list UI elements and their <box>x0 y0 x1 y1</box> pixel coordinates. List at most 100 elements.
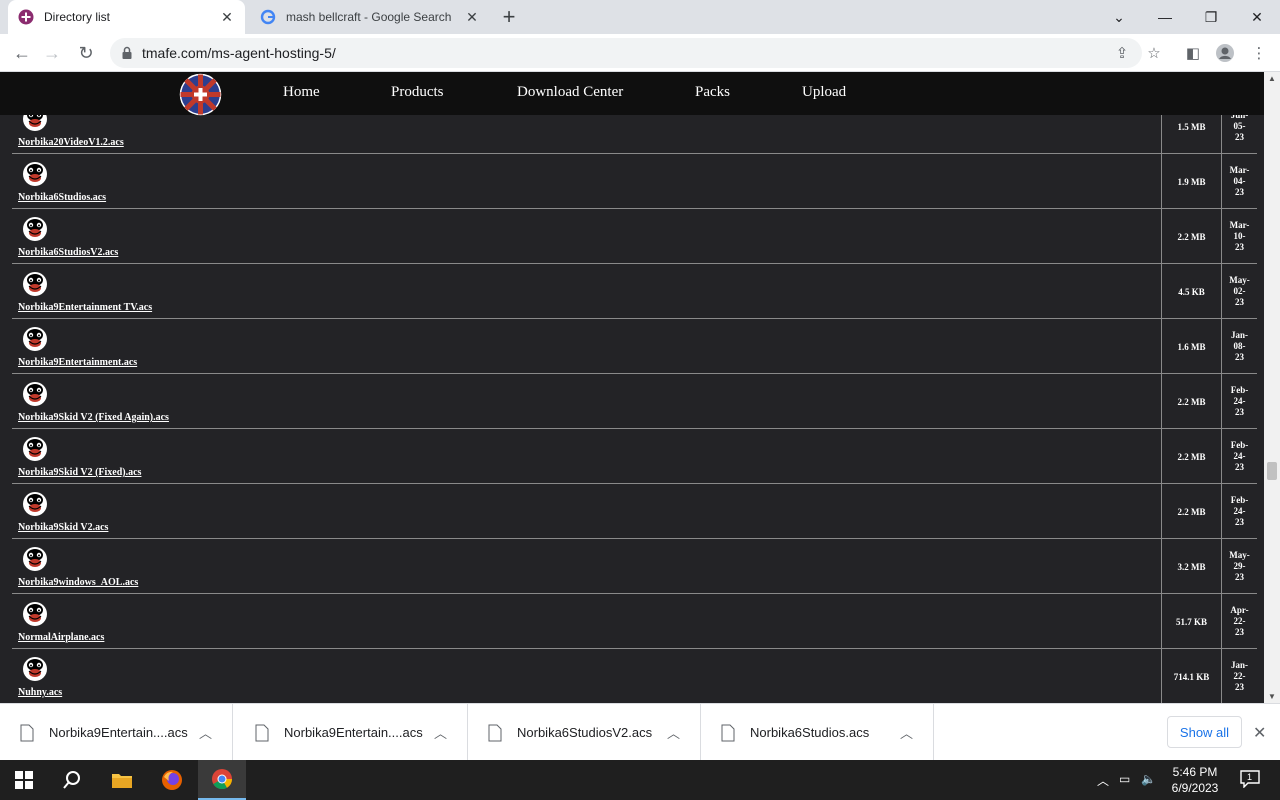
size-cell: 2.2 MB <box>1162 209 1222 264</box>
lock-icon[interactable] <box>120 46 134 60</box>
file-explorer-icon[interactable] <box>98 760 146 800</box>
tab-directory-list[interactable]: Directory list ✕ <box>8 0 245 34</box>
file-date: Jan- 22- 23 <box>1230 660 1248 692</box>
download-item[interactable]: Norbika6StudiosV2.acs ︿ <box>468 704 701 761</box>
agent-character-icon <box>23 162 47 186</box>
date-cell: May- 29- 23 <box>1222 539 1257 594</box>
filename-cell: Norbika9Skid V2 (Fixed).acs <box>12 429 1162 484</box>
forward-button[interactable]: → <box>38 39 66 67</box>
file-link[interactable]: Norbika9windows_AOL.acs <box>18 577 138 588</box>
filename-cell: Norbika9Skid V2.acs <box>12 484 1162 539</box>
nav-packs[interactable]: Packs <box>695 84 730 101</box>
download-filename: Norbika6Studios.acs <box>750 725 870 740</box>
nav-upload[interactable]: Upload <box>802 84 846 101</box>
file-size: 1.6 MB <box>1177 341 1206 352</box>
menu-kebab-icon[interactable]: ⋮ <box>1249 43 1269 63</box>
file-link[interactable]: NormalAirplane.acs <box>18 632 104 643</box>
agent-character-icon <box>23 272 47 296</box>
file-link[interactable]: Norbika9Skid V2.acs <box>18 522 108 533</box>
table-row: Norbika9Entertainment TV.acs 4.5 KB May- 0… <box>12 264 1257 319</box>
nav-home[interactable]: Home <box>283 84 320 101</box>
file-size: 2.2 MB <box>1177 396 1206 407</box>
agent-character-icon <box>23 382 47 406</box>
show-all-button[interactable]: Show all <box>1167 716 1242 748</box>
agent-character-icon <box>23 602 47 626</box>
file-date: May- 02- 23 <box>1229 275 1250 307</box>
volume-muted-icon[interactable]: 🔈 <box>1141 772 1156 786</box>
file-date: Mar- 04- 23 <box>1229 165 1250 197</box>
address-bar[interactable]: tmafe.com/ms-agent-hosting-5/ <box>110 38 1142 68</box>
close-shelf-icon[interactable]: ✕ <box>1253 723 1266 743</box>
file-size: 4.5 KB <box>1178 286 1205 297</box>
date-cell: Jan- 08- 23 <box>1222 319 1257 374</box>
close-tab-icon[interactable]: ✕ <box>464 9 480 25</box>
file-link[interactable]: Nuhny.acs <box>18 687 62 698</box>
table-row: Norbika9Skid V2 (Fixed Again).acs 2.2 MB F… <box>12 374 1257 429</box>
windows-start-icon[interactable] <box>0 760 48 800</box>
scroll-up-icon[interactable]: ▲ <box>1268 74 1276 83</box>
show-hidden-icons-icon[interactable]: ︿ <box>1097 772 1109 789</box>
chevron-up-icon[interactable]: ︿ <box>434 723 447 742</box>
download-item[interactable]: Norbika6Studios.acs ︿ <box>701 704 934 761</box>
date-cell: Feb- 24- 23 <box>1222 429 1257 484</box>
profile-avatar-icon[interactable] <box>1215 43 1235 63</box>
page-scrollbar[interactable]: ▲ ▼ <box>1264 72 1280 703</box>
tab-search-icon[interactable]: ⌄ <box>1096 0 1142 34</box>
scroll-down-icon[interactable]: ▼ <box>1268 692 1276 701</box>
file-size: 3.2 MB <box>1177 561 1206 572</box>
network-icon[interactable]: ▭ <box>1119 772 1130 786</box>
side-panel-icon[interactable]: ◧ <box>1183 43 1203 63</box>
date-cell: Feb- 24- 23 <box>1222 484 1257 539</box>
site-logo[interactable] <box>179 73 222 116</box>
size-cell: 2.2 MB <box>1162 374 1222 429</box>
chrome-icon[interactable] <box>198 760 246 800</box>
download-item[interactable]: Norbika9Entertain....acs ︿ <box>0 704 233 761</box>
notifications-icon[interactable]: 1 <box>1240 770 1260 791</box>
file-link[interactable]: Norbika9Skid V2 (Fixed).acs <box>18 467 141 478</box>
file-link[interactable]: Norbika20VideoV1.2.acs <box>18 137 124 148</box>
filename-cell: Norbika6StudiosV2.acs <box>12 209 1162 264</box>
share-icon[interactable]: ⇪ <box>1112 43 1132 63</box>
file-icon <box>721 724 735 741</box>
file-link[interactable]: Norbika9Skid V2 (Fixed Again).acs <box>18 412 169 423</box>
system-clock[interactable]: 5:46 PM 6/9/2023 <box>1160 764 1230 796</box>
file-link[interactable]: Norbika6Studios.acs <box>18 192 106 203</box>
back-button[interactable]: ← <box>8 39 36 67</box>
filename-cell: Norbika6Studios.acs <box>12 154 1162 209</box>
file-link[interactable]: Norbika6StudiosV2.acs <box>18 247 118 258</box>
scroll-thumb[interactable] <box>1267 462 1277 480</box>
bookmark-star-icon[interactable]: ☆ <box>1144 43 1164 63</box>
file-icon <box>255 724 269 741</box>
file-size: 714.1 KB <box>1173 671 1210 682</box>
table-row: Norbika6StudiosV2.acs 2.2 MB Mar- 10- 23 <box>12 209 1257 264</box>
new-tab-button[interactable]: + <box>498 6 520 28</box>
date-cell: Apr- 22- 23 <box>1222 594 1257 649</box>
notification-count: 1 <box>1247 772 1253 782</box>
chevron-up-icon[interactable]: ︿ <box>199 723 212 742</box>
nav-products[interactable]: Products <box>391 84 444 101</box>
file-link[interactable]: Norbika9Entertainment.acs <box>18 357 137 368</box>
file-date: Mar- 10- 23 <box>1229 220 1250 252</box>
search-icon[interactable] <box>48 760 96 800</box>
date-cell: Mar- 04- 23 <box>1222 154 1257 209</box>
file-link[interactable]: Norbika9Entertainment TV.acs <box>18 302 152 313</box>
restore-button[interactable]: ❐ <box>1188 0 1234 34</box>
chevron-up-icon[interactable]: ︿ <box>667 723 680 742</box>
chevron-up-icon[interactable]: ︿ <box>900 723 913 742</box>
close-window-button[interactable]: ✕ <box>1234 0 1280 34</box>
filename-cell: Norbika9Entertainment.acs <box>12 319 1162 374</box>
file-date: May- 29- 23 <box>1229 550 1250 582</box>
tab-google-search[interactable]: mash bellcraft - Google Search ✕ <box>250 0 490 34</box>
filename-cell: Nuhny.acs <box>12 649 1162 703</box>
minimize-button[interactable]: — <box>1142 0 1188 34</box>
download-item[interactable]: Norbika9Entertain....acs ︿ <box>235 704 468 761</box>
reload-button[interactable]: ↻ <box>72 39 100 67</box>
tab-strip: Directory list ✕ mash bellcraft - Google… <box>0 0 1280 34</box>
filename-cell: Norbika9Skid V2 (Fixed Again).acs <box>12 374 1162 429</box>
close-tab-icon[interactable]: ✕ <box>219 9 235 25</box>
nav-download-center[interactable]: Download Center <box>517 84 623 101</box>
date-cell: May- 02- 23 <box>1222 264 1257 319</box>
file-icon <box>488 724 502 741</box>
firefox-icon[interactable] <box>148 760 196 800</box>
agent-character-icon <box>23 327 47 351</box>
